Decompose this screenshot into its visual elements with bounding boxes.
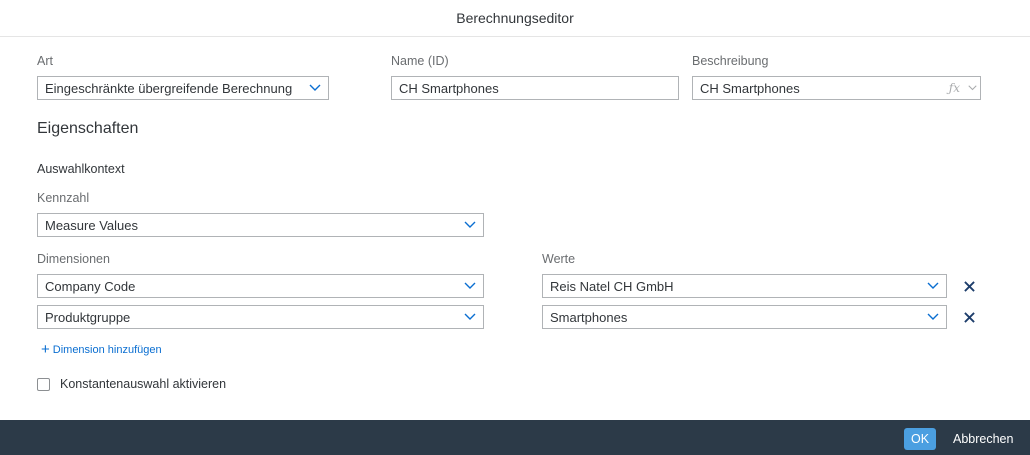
art-label: Art (37, 54, 53, 68)
dimension-select-1[interactable]: Company Code (37, 274, 484, 298)
chevron-down-icon[interactable] (920, 306, 946, 328)
dialog-header: Berechnungseditor (0, 0, 1030, 37)
chevron-down-icon[interactable] (964, 77, 980, 99)
formula-fx-icon[interactable]: ƒx (949, 81, 960, 95)
kennzahl-value: Measure Values (45, 217, 138, 233)
dialog-footer (0, 420, 1030, 455)
werte-value: Smartphones (550, 309, 628, 325)
add-dimension-link[interactable]: + Dimension hinzufügen (41, 342, 162, 357)
cancel-button[interactable]: Abbrechen (953, 428, 1013, 450)
kennzahl-select[interactable]: Measure Values (37, 213, 484, 237)
konstantenauswahl-checkbox[interactable]: Konstantenauswahl aktivieren (37, 377, 226, 391)
name-label: Name (ID) (391, 54, 449, 68)
werte-select-1[interactable]: Reis Natel CH GmbH (542, 274, 947, 298)
werte-label: Werte (542, 252, 576, 266)
konstantenauswahl-label: Konstantenauswahl aktivieren (60, 377, 227, 391)
dimension-select-2[interactable]: Produktgruppe (37, 305, 484, 329)
beschreibung-input[interactable]: CH Smartphones ƒx (692, 76, 981, 100)
dimension-value: Company Code (45, 278, 136, 294)
chevron-down-icon[interactable] (920, 275, 946, 297)
name-input[interactable]: CH Smartphones (391, 76, 679, 100)
chevron-down-icon[interactable] (457, 214, 483, 236)
name-value: CH Smartphones (399, 80, 499, 96)
art-value: Eingeschränkte übergreifende Berechnung (45, 80, 293, 96)
werte-value: Reis Natel CH GmbH (550, 278, 674, 294)
chevron-down-icon[interactable] (457, 306, 483, 328)
beschreibung-value: CH Smartphones (700, 80, 800, 96)
ok-button[interactable]: OK (904, 428, 936, 450)
remove-row-close-icon[interactable] (960, 277, 978, 295)
auswahlkontext-label: Auswahlkontext (37, 162, 125, 176)
chevron-down-icon[interactable] (302, 77, 328, 99)
art-select[interactable]: Eingeschränkte übergreifende Berechnung (37, 76, 329, 100)
chevron-down-icon[interactable] (457, 275, 483, 297)
dimensionen-label: Dimensionen (37, 252, 110, 266)
eigenschaften-heading: Eigenschaften (37, 120, 139, 137)
checkbox-icon[interactable] (37, 377, 50, 391)
dialog-title: Berechnungseditor (456, 10, 574, 26)
remove-row-close-icon[interactable] (960, 308, 978, 326)
plus-icon: + (41, 341, 50, 358)
beschreibung-label: Beschreibung (692, 54, 769, 68)
kennzahl-label: Kennzahl (37, 191, 90, 205)
werte-select-2[interactable]: Smartphones (542, 305, 947, 329)
add-dimension-label: Dimension hinzufügen (52, 343, 162, 356)
dimension-value: Produktgruppe (45, 309, 131, 325)
